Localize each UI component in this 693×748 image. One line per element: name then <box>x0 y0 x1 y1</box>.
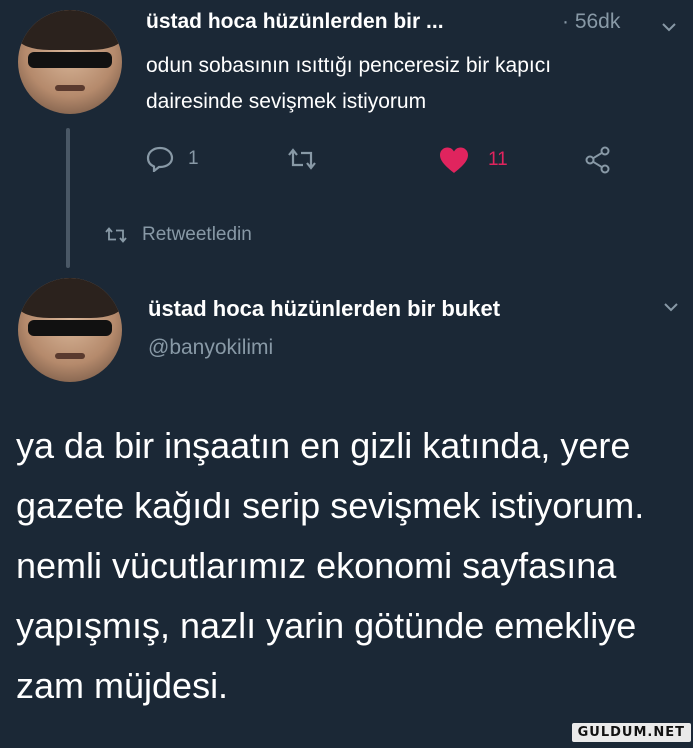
retweet-icon <box>105 227 127 243</box>
watermark: GULDUM.NET <box>571 723 691 742</box>
avatar[interactable] <box>18 10 122 114</box>
tweet-text: ya da bir inşaatın en gizli katında, yer… <box>16 425 645 706</box>
avatar[interactable] <box>18 278 122 382</box>
heart-icon <box>440 147 468 173</box>
avatar-censor-bar <box>28 51 112 69</box>
avatar-hair <box>18 10 122 50</box>
author-name[interactable]: üstad hoca hüzünlerden bir buket <box>148 296 500 322</box>
reply-button[interactable]: 1 <box>146 146 199 172</box>
chevron-down-icon[interactable] <box>662 20 676 34</box>
avatar-mouth <box>55 84 85 92</box>
chevron-down-icon[interactable] <box>664 300 678 314</box>
avatar-mouth <box>55 352 85 360</box>
retweet-indicator: Retweetledin <box>104 224 252 246</box>
tweet-time[interactable]: · 56dk <box>562 10 620 34</box>
tweet-text: odun sobasının ısıttığı penceresiz bir k… <box>146 54 552 113</box>
like-count: 11 <box>488 149 508 170</box>
author-name[interactable]: üstad hoca hüzünlerden bir ... <box>146 10 444 34</box>
share-button[interactable] <box>584 146 612 174</box>
avatar-hair <box>18 278 122 318</box>
reply-icon <box>146 146 174 172</box>
avatar-censor-bar <box>28 319 112 337</box>
like-button[interactable]: 11 <box>438 146 508 174</box>
retweet-button[interactable] <box>286 148 318 170</box>
thread-line <box>66 128 70 268</box>
reply-count: 1 <box>188 148 199 169</box>
retweet-icon <box>288 148 316 170</box>
retweet-label: Retweetledin <box>142 224 252 245</box>
author-handle[interactable]: @banyokilimi <box>148 336 273 360</box>
share-icon <box>585 146 610 174</box>
